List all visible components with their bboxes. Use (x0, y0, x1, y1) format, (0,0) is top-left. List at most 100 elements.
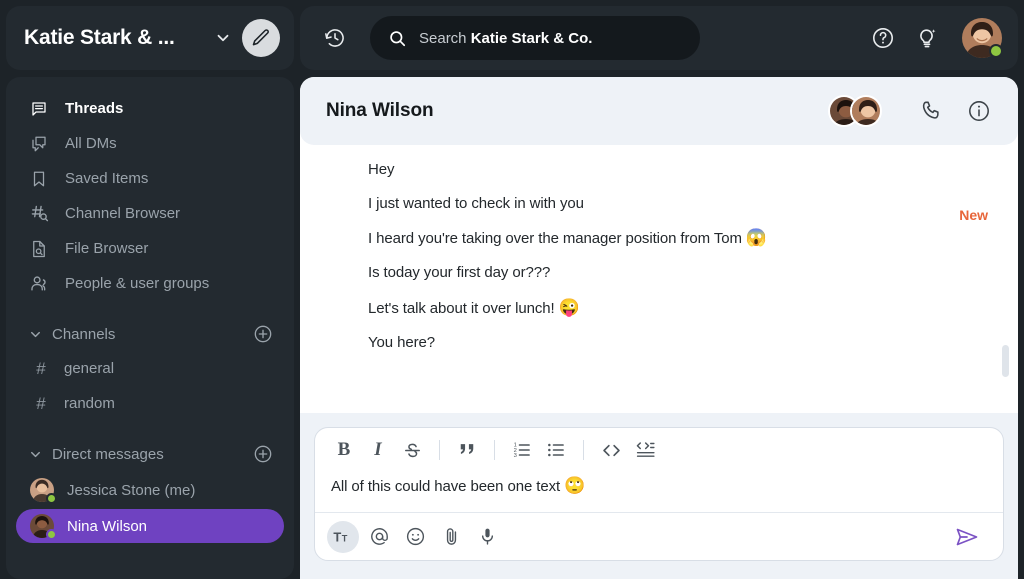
message-row: You here? (368, 326, 988, 360)
main-area: Search Katie Stark & Co. Nina Wilson (300, 0, 1024, 579)
svg-text:T: T (333, 529, 341, 544)
info-circle-icon[interactable] (962, 94, 996, 128)
message-scrollbar[interactable] (1002, 345, 1009, 377)
ordered-list-button[interactable]: 123 (507, 435, 537, 465)
attachment-button[interactable] (435, 521, 467, 553)
message-row: I heard you're taking over the manager p… (368, 220, 988, 256)
status-dot-online (46, 529, 57, 540)
message-composer: B I 123 (314, 427, 1004, 561)
sidebar-item-channel-browser[interactable]: Channel Browser (6, 196, 294, 231)
sidebar-item-label: Saved Items (65, 170, 148, 187)
sidebar-dm-jessica-stone[interactable]: Jessica Stone (me) (16, 473, 284, 507)
message-text: You here? (368, 334, 435, 351)
quote-button[interactable] (452, 435, 482, 465)
sidebar-item-label: Channel Browser (65, 205, 180, 222)
conversation-panel: Nina Wilson New Hey (300, 77, 1018, 579)
message-emoji: 😱 (746, 228, 767, 247)
team-switcher[interactable]: Katie Stark & ... (6, 6, 294, 70)
code-block-button[interactable] (630, 435, 660, 465)
channel-label: random (64, 395, 115, 412)
top-bar: Search Katie Stark & Co. (300, 6, 1018, 70)
chevron-down-icon[interactable] (210, 25, 236, 51)
add-dm-button[interactable] (252, 443, 274, 465)
message-row: Is today your first day or??? (368, 256, 988, 290)
message-list: Hey I just wanted to check in with you I… (300, 145, 1018, 413)
emoji-button[interactable] (399, 521, 431, 553)
toolbar-separator (583, 440, 584, 460)
phone-icon[interactable] (914, 94, 948, 128)
message-input-value: All of this could have been one text (331, 478, 564, 495)
participant-avatars[interactable] (828, 95, 882, 127)
sidebar-channel-random[interactable]: # random (6, 386, 294, 421)
inline-code-button[interactable] (596, 435, 626, 465)
message-text: I heard you're taking over the manager p… (368, 230, 746, 247)
lightbulb-sparkle-icon[interactable] (912, 23, 942, 53)
svg-text:3: 3 (514, 453, 517, 459)
search-placeholder: Search Katie Stark & Co. (419, 30, 592, 47)
bookmark-icon (28, 168, 50, 190)
history-clock-icon[interactable] (320, 23, 350, 53)
toolbar-separator (439, 440, 440, 460)
team-name: Katie Stark & ... (24, 26, 204, 50)
status-dot-online (989, 44, 1003, 58)
message-text: Hey (368, 161, 394, 178)
composer-actions: TT (315, 512, 1003, 560)
send-arrow-icon[interactable] (949, 521, 985, 553)
strikethrough-button[interactable] (397, 435, 427, 465)
search-input[interactable]: Search Katie Stark & Co. (370, 16, 700, 60)
sidebar-item-saved-items[interactable]: Saved Items (6, 161, 294, 196)
messaging-app: Katie Stark & ... Threads All DMs (0, 0, 1024, 579)
new-messages-badge: New (959, 207, 988, 223)
sidebar-item-all-dms[interactable]: All DMs (6, 126, 294, 161)
svg-text:T: T (342, 533, 348, 543)
sidebar-nav-panel: Threads All DMs Saved Items Channel Brow… (6, 77, 294, 579)
message-row: Hey (368, 153, 988, 187)
sidebar: Katie Stark & ... Threads All DMs (0, 0, 300, 579)
dm-group-header[interactable]: Direct messages (6, 437, 294, 471)
message-input[interactable]: All of this could have been one text 🙄 (315, 472, 1003, 512)
threads-icon (28, 98, 50, 120)
message-row: I just wanted to check in with you (368, 187, 988, 221)
chevron-down-icon[interactable] (28, 327, 46, 342)
bullet-list-button[interactable] (541, 435, 571, 465)
conversation-title: Nina Wilson (326, 100, 822, 122)
hash-icon: # (34, 359, 48, 379)
dm-label: Nina Wilson (67, 518, 147, 535)
sidebar-item-label: Threads (65, 100, 123, 117)
sidebar-item-people[interactable]: People & user groups (6, 266, 294, 301)
toolbar-separator (494, 440, 495, 460)
chevron-down-icon[interactable] (28, 447, 46, 462)
composer-area: B I 123 (300, 413, 1018, 579)
sidebar-dm-nina-wilson[interactable]: Nina Wilson (16, 509, 284, 543)
channels-group-title: Channels (52, 326, 252, 343)
text-format-toggle[interactable]: TT (327, 521, 359, 553)
sidebar-item-label: All DMs (65, 135, 117, 152)
sidebar-item-label: File Browser (65, 240, 148, 257)
dm-label: Jessica Stone (me) (67, 482, 195, 499)
add-channel-button[interactable] (252, 323, 274, 345)
sidebar-channel-general[interactable]: # general (6, 351, 294, 386)
message-text: I just wanted to check in with you (368, 195, 584, 212)
mention-button[interactable] (363, 521, 395, 553)
help-circle-icon[interactable] (868, 23, 898, 53)
channels-group-header[interactable]: Channels (6, 317, 294, 351)
hash-icon: # (34, 394, 48, 414)
sidebar-item-file-browser[interactable]: File Browser (6, 231, 294, 266)
dm-group-title: Direct messages (52, 446, 252, 463)
pencil-icon[interactable] (242, 19, 280, 57)
people-icon (28, 273, 50, 295)
search-scope: Katie Stark & Co. (471, 30, 593, 47)
italic-button[interactable]: I (363, 435, 393, 465)
user-avatar-button[interactable] (962, 18, 1002, 58)
channel-label: general (64, 360, 114, 377)
message-row: Let's talk about it over lunch! 😜 (368, 290, 988, 326)
search-icon (388, 28, 408, 48)
bold-button[interactable]: B (329, 435, 359, 465)
sidebar-item-label: People & user groups (65, 275, 209, 292)
file-browser-icon (28, 238, 50, 260)
all-dms-icon (28, 133, 50, 155)
avatar (30, 514, 54, 538)
formatting-toolbar: B I 123 (315, 428, 1003, 472)
sidebar-item-threads[interactable]: Threads (6, 91, 294, 126)
microphone-button[interactable] (471, 521, 503, 553)
